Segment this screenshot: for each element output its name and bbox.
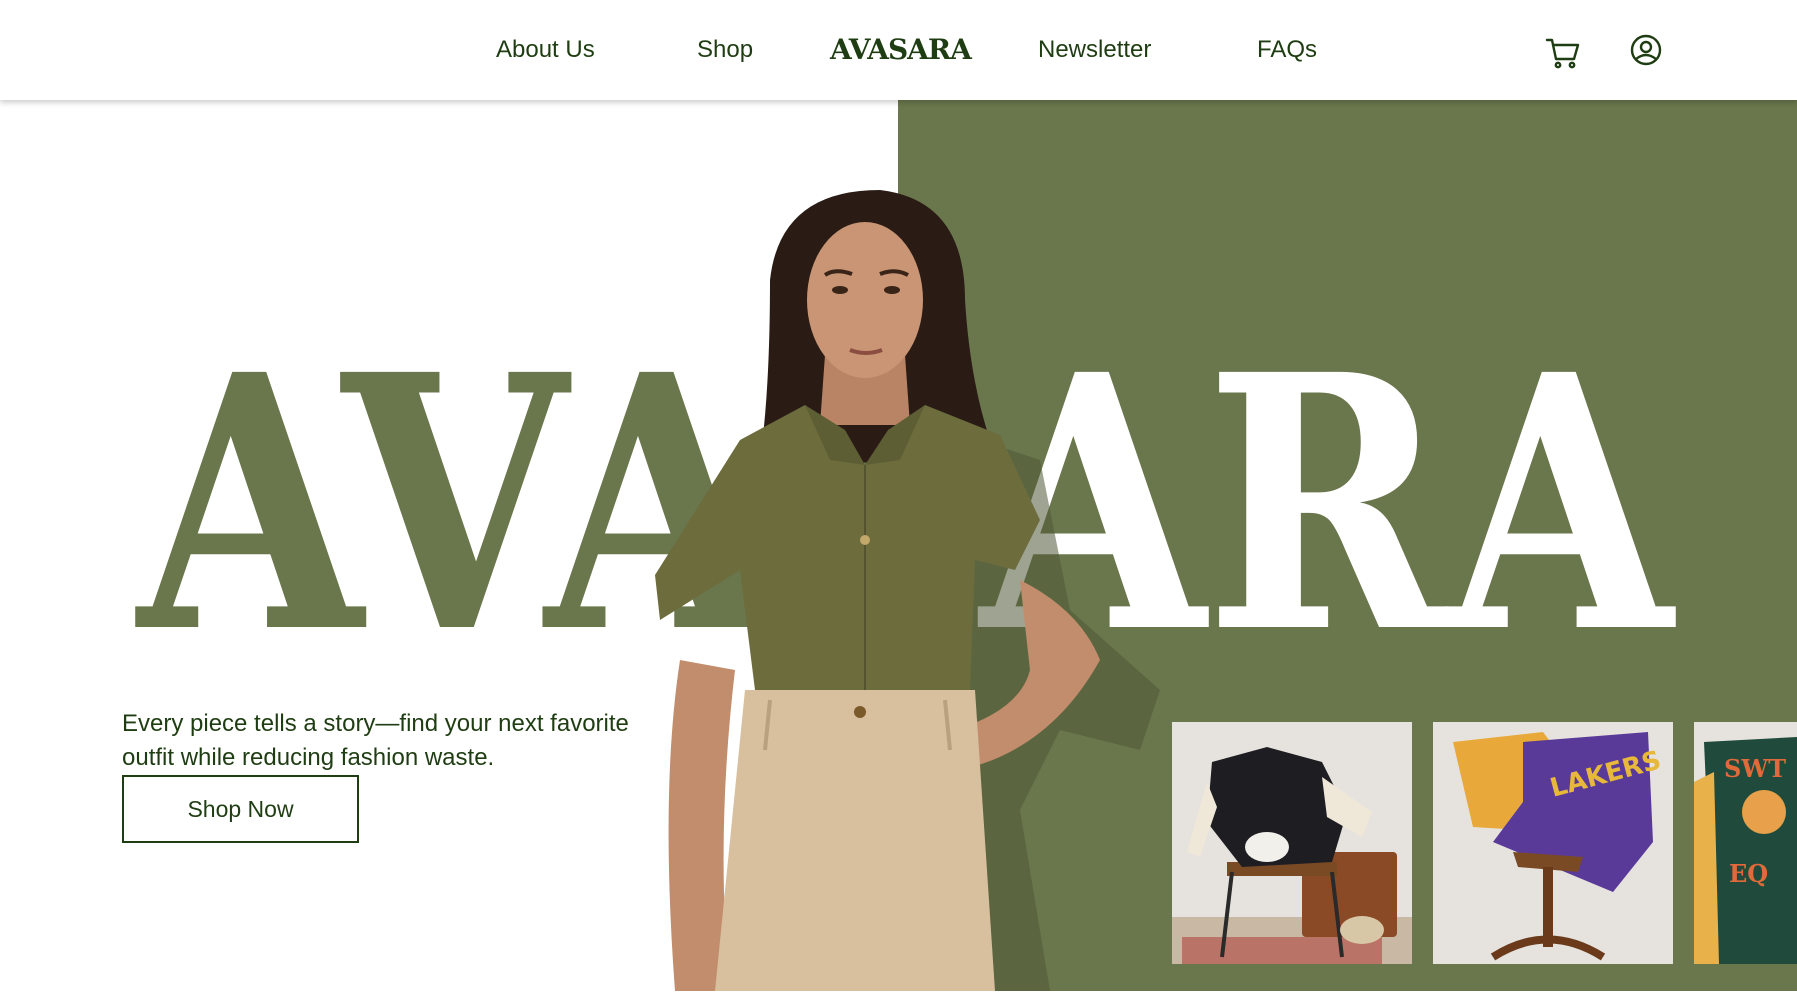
nav-shop[interactable]: Shop: [697, 34, 753, 66]
product-thumb-varsity-jacket[interactable]: [1172, 722, 1412, 964]
shop-now-button[interactable]: Shop Now: [122, 775, 359, 843]
nav-about-us[interactable]: About Us: [496, 34, 595, 66]
nav-faqs[interactable]: FAQs: [1257, 34, 1317, 66]
user-account-icon[interactable]: [1626, 32, 1666, 72]
svg-text:EQ: EQ: [1729, 859, 1768, 888]
site-header: About Us Shop AVASARA Newsletter FAQs: [0, 0, 1797, 100]
product-thumb-lakers-hoodie[interactable]: LAKERS: [1433, 722, 1673, 964]
product-thumb-green-varsity[interactable]: SWT EQ: [1694, 722, 1797, 964]
hero-model-image: [620, 190, 1210, 991]
logo[interactable]: AVASARA: [830, 33, 972, 67]
nav-newsletter[interactable]: Newsletter: [1038, 34, 1151, 66]
hero-tagline: Every piece tells a story—find your next…: [122, 710, 629, 771]
cart-icon[interactable]: [1543, 32, 1583, 72]
svg-text:SWT: SWT: [1724, 754, 1786, 783]
